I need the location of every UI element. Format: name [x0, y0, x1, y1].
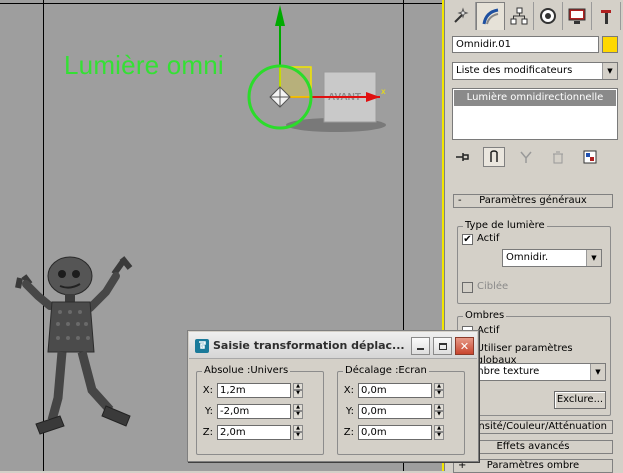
tab-create[interactable] [447, 2, 476, 30]
object-color-swatch[interactable] [602, 36, 618, 53]
configure-icon [583, 150, 597, 164]
show-end-result-icon [490, 150, 498, 162]
hierarchy-icon [510, 7, 528, 25]
modifier-list-label: Liste des modificateurs [456, 65, 573, 76]
robot-character-model[interactable] [10, 248, 160, 448]
light-type-group: Type de lumière ✔ Actif Omnidir. ▼ Ciblé… [457, 220, 611, 304]
app-icon [195, 339, 209, 353]
trash-icon [553, 151, 563, 164]
viewport-object-label: Lumière omni [64, 50, 224, 80]
value-field[interactable]: 2,0m [217, 424, 291, 440]
motion-icon [540, 8, 556, 24]
absolute-y-spinner[interactable]: Y: -2,0m ▲ ▼ [197, 403, 303, 419]
modifier-list-dropdown[interactable]: Liste des modificateurs ▼ [452, 62, 618, 80]
value-field[interactable]: 1,2m [217, 382, 291, 398]
modifier-stack-item[interactable]: Lumière omnidirectionnelle [454, 90, 616, 106]
checkbox-label: Actif [477, 325, 500, 336]
spinner-arrows-icon[interactable]: ▲ ▼ [293, 424, 303, 440]
y-axis-arrow-icon[interactable] [275, 5, 285, 26]
chevron-down-icon: ▼ [590, 364, 605, 380]
checkbox-box: ✔ [462, 233, 473, 245]
pin-icon [456, 153, 469, 161]
axis-label: Z: [202, 426, 213, 438]
object-name-field[interactable]: Omnidir.01 [452, 36, 599, 53]
group-title: Absolue :Univers [202, 365, 291, 377]
checkbox-label: Ciblée [477, 281, 509, 292]
axis-label: Y: [204, 405, 213, 417]
stack-toolbar [451, 146, 619, 168]
tab-motion[interactable] [534, 2, 563, 30]
value-field[interactable]: 0,0m [358, 424, 432, 440]
make-unique-icon [520, 151, 532, 163]
group-title: Décalage :Ecran [343, 365, 429, 377]
minimize-icon [417, 348, 424, 350]
offset-x-spinner[interactable]: X: 0,0m ▲ ▼ [338, 382, 444, 398]
spinner-arrows-icon[interactable]: ▲ ▼ [293, 382, 303, 398]
light-type-value: Omnidir. [506, 252, 549, 263]
create-icon [454, 7, 469, 23]
value-field[interactable]: 0,0m [358, 382, 432, 398]
chevron-down-icon: ▼ [586, 250, 601, 266]
rollout-collapse-sign: - [458, 195, 462, 206]
move-gizmo[interactable]: AVANT x [236, 0, 406, 150]
exclude-button[interactable]: Exclure... [554, 391, 606, 409]
light-active-checkbox[interactable]: ✔ Actif [462, 233, 499, 245]
rollout-title: Paramètres généraux [479, 195, 587, 206]
axis-label: Z: [343, 426, 354, 438]
dialog-titlebar[interactable]: Saisie transformation déplac... ✕ [189, 332, 477, 359]
tab-display[interactable] [563, 2, 592, 30]
axis-label: Y: [345, 405, 354, 417]
utilities-icon [601, 10, 611, 24]
tab-modify[interactable] [476, 2, 505, 30]
spinner-arrows-icon[interactable]: ▲ ▼ [293, 403, 303, 419]
rollout-general-params[interactable]: - Paramètres généraux [453, 194, 613, 208]
value-field[interactable]: -2,0m [217, 403, 291, 419]
rollout-title: Effets avancés [496, 441, 570, 452]
group-title: Ombres [463, 310, 507, 322]
rollout-title: Intensité/Couleur/Atténuation [459, 421, 607, 432]
spinner-arrows-icon[interactable]: ▲ ▼ [434, 403, 444, 419]
close-button[interactable]: ✕ [455, 337, 474, 355]
tab-hierarchy[interactable] [505, 2, 534, 30]
value-field[interactable]: 0,0m [358, 403, 432, 419]
group-title: Type de lumière [463, 220, 547, 232]
absolute-z-spinner[interactable]: Z: 2,0m ▲ ▼ [197, 424, 303, 440]
shadows-group: Ombres Actif Utiliser paramètres globaux… [457, 310, 611, 416]
dialog-body: Absolue :Univers X: 1,2m ▲ ▼ Y: -2,0m ▲ ▼ … [189, 360, 477, 460]
spinner-arrows-icon[interactable]: ▲ ▼ [434, 424, 444, 440]
tab-utilities[interactable] [592, 2, 621, 30]
minimize-button[interactable] [411, 337, 430, 355]
targeted-checkbox[interactable]: Ciblée [462, 281, 508, 293]
checkbox-box [462, 281, 473, 293]
absolute-x-spinner[interactable]: X: 1,2m ▲ ▼ [197, 382, 303, 398]
dialog-title: Saisie transformation déplac... [213, 339, 405, 352]
configure-modifier-sets-button[interactable] [579, 147, 601, 167]
x-axis-label: x [381, 87, 386, 96]
maximize-button[interactable] [433, 337, 452, 355]
modify-icon [482, 8, 498, 24]
display-icon [568, 8, 586, 24]
light-type-dropdown[interactable]: Omnidir. ▼ [502, 249, 602, 267]
checkbox-label: Actif [477, 233, 500, 244]
command-panel-tabs [447, 2, 621, 30]
close-icon: ✕ [459, 339, 470, 353]
offset-screen-group: Décalage :Ecran X: 0,0m ▲ ▼ Y: 0,0m ▲ ▼ Z:… [337, 365, 465, 455]
axis-label: X: [343, 384, 354, 396]
rollout-title: Paramètres ombre [486, 460, 580, 471]
offset-z-spinner[interactable]: Z: 0,0m ▲ ▼ [338, 424, 444, 440]
pin-stack-button[interactable] [451, 147, 473, 167]
spinner-arrows-icon[interactable]: ▲ ▼ [434, 382, 444, 398]
remove-modifier-button[interactable] [547, 147, 569, 167]
chevron-down-icon: ▼ [602, 63, 617, 79]
move-transform-type-in-dialog: Saisie transformation déplac... ✕ Absolu… [187, 330, 479, 462]
absolute-world-group: Absolue :Univers X: 1,2m ▲ ▼ Y: -2,0m ▲ ▼ … [196, 365, 324, 455]
show-end-result-button[interactable] [483, 147, 505, 167]
modifier-stack[interactable]: Lumière omnidirectionnelle [452, 88, 618, 140]
shadow-type-dropdown[interactable]: Ombre texture ▼ [462, 363, 606, 381]
maximize-icon [438, 342, 447, 350]
make-unique-button[interactable] [515, 147, 537, 167]
offset-y-spinner[interactable]: Y: 0,0m ▲ ▼ [338, 403, 444, 419]
axis-label: X: [202, 384, 213, 396]
